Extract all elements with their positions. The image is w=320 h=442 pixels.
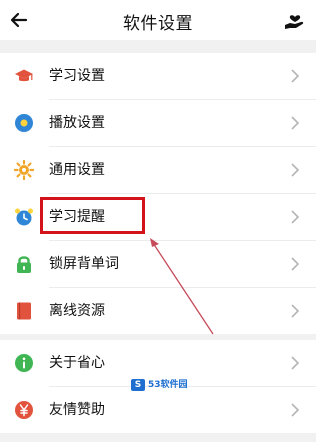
software-settings-screen: 软件设置 学习设置 播放设置 通用设置 学习提醒 锁屏背单词 离线资源 关于省心… xyxy=(0,0,316,442)
settings-item-label: 友情赞助 xyxy=(49,402,105,418)
play-circle-icon xyxy=(15,114,33,132)
chevron-right-icon xyxy=(291,116,300,130)
settings-item-label: 离线资源 xyxy=(49,303,105,319)
chevron-right-icon xyxy=(291,304,300,318)
settings-item-label: 关于省心 xyxy=(49,355,105,371)
book-icon xyxy=(17,302,31,320)
settings-item-lockscreen[interactable]: 锁屏背单词 xyxy=(0,241,316,287)
settings-item-label: 播放设置 xyxy=(49,115,105,131)
chevron-right-icon xyxy=(291,163,300,177)
section-gap xyxy=(0,40,316,53)
settings-item-offline[interactable]: 离线资源 xyxy=(0,288,316,334)
alarm-clock-icon xyxy=(15,208,33,226)
section-gap xyxy=(0,433,316,442)
watermark-text: 53软件园 xyxy=(148,380,188,390)
app-header: 软件设置 xyxy=(0,0,316,40)
graduation-cap-icon xyxy=(15,69,33,82)
settings-item-label: 学习设置 xyxy=(49,68,105,84)
settings-item-label: 通用设置 xyxy=(49,162,105,178)
settings-item-playback[interactable]: 播放设置 xyxy=(0,100,316,146)
chevron-right-icon xyxy=(291,210,300,224)
watermark: S 53软件园 xyxy=(131,377,191,393)
chevron-right-icon xyxy=(291,356,300,370)
chevron-right-icon xyxy=(291,257,300,271)
settings-item-study[interactable]: 学习设置 xyxy=(0,53,316,99)
highlight-box xyxy=(40,197,145,234)
settings-item-label: 锁屏背单词 xyxy=(49,256,119,272)
watermark-logo: S xyxy=(131,379,145,391)
chevron-right-icon xyxy=(291,69,300,83)
sponsor-button[interactable] xyxy=(281,6,309,34)
settings-item-general[interactable]: 通用设置 xyxy=(0,147,316,193)
page-title: 软件设置 xyxy=(123,14,193,34)
settings-item-sponsor[interactable]: 友情赞助 xyxy=(0,387,316,433)
info-circle-icon xyxy=(15,354,33,372)
lock-icon xyxy=(17,256,31,273)
sun-gear-icon xyxy=(14,160,34,180)
hand-heart-icon xyxy=(285,15,304,29)
yen-coin-icon xyxy=(15,401,33,419)
chevron-right-icon xyxy=(291,403,300,417)
